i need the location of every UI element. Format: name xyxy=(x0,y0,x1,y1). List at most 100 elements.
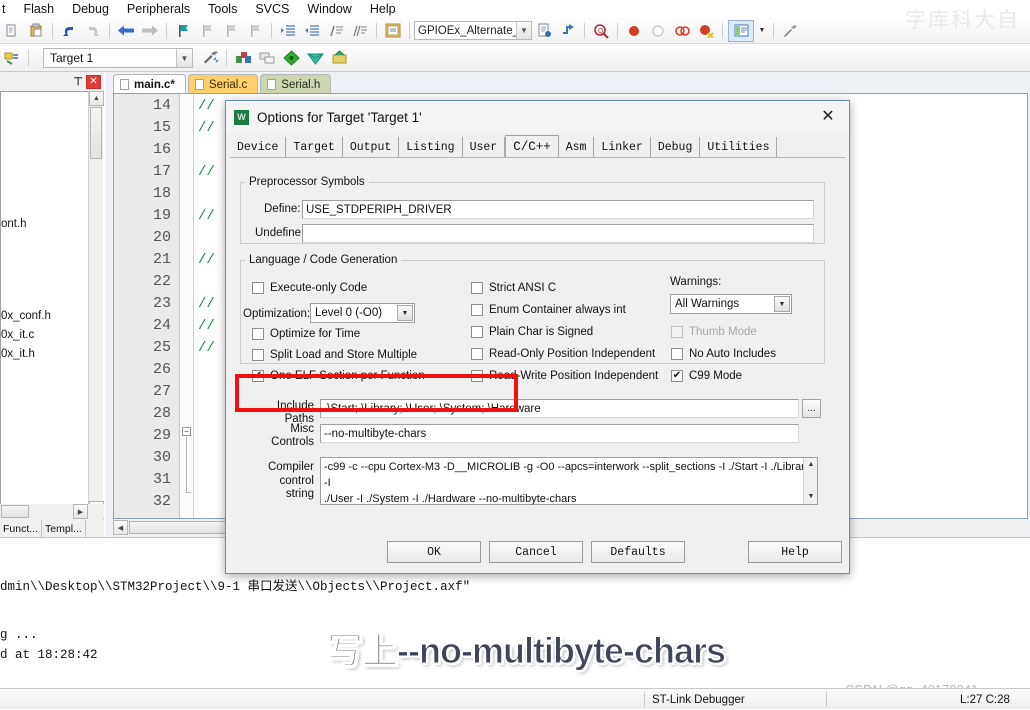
scroll-right-icon[interactable]: ▶ xyxy=(73,504,88,519)
build-target-icon[interactable] xyxy=(1,47,23,69)
goto-definition-icon[interactable] xyxy=(557,20,579,42)
checkbox-box[interactable] xyxy=(252,282,264,294)
scroll-up-icon[interactable]: ▲ xyxy=(89,91,104,106)
checkbox-box[interactable]: ✔ xyxy=(671,370,683,382)
undefine-input[interactable] xyxy=(302,224,814,243)
chevron-down-icon[interactable]: ▼ xyxy=(397,305,413,321)
warnings-select[interactable]: All Warnings ▼ xyxy=(670,294,792,314)
tab-asm[interactable]: Asm xyxy=(559,137,595,157)
ok-button[interactable]: OK xyxy=(387,541,481,563)
menu-item-flash[interactable]: Flash xyxy=(14,0,63,18)
checkbox-read-write-position-independent[interactable]: Read-Write Position Independent xyxy=(471,370,658,382)
chevron-down-icon[interactable]: ▼ xyxy=(516,22,531,39)
tree-item-3[interactable]: 0x_it.h xyxy=(1,348,35,360)
code-fold-bar[interactable]: − xyxy=(180,94,194,518)
checkbox-enum-container-always-int[interactable]: Enum Container always int xyxy=(471,304,626,316)
checkbox-box[interactable] xyxy=(471,348,483,360)
checkbox-one-elf-section-per-function[interactable]: ✔ One ELF Section per Function xyxy=(252,370,425,382)
window-layout-dropdown-icon[interactable]: ▼ xyxy=(756,20,768,42)
insert-file-icon[interactable] xyxy=(533,20,555,42)
checkbox-no-auto-includes[interactable]: No Auto Includes xyxy=(671,348,776,360)
menu-item-debug[interactable]: Debug xyxy=(63,0,118,18)
tab-linker[interactable]: Linker xyxy=(594,137,651,157)
include-paths-input[interactable]: .\Start;.\Library;.\User;.\System;.\Hard… xyxy=(320,399,799,418)
forward-icon[interactable] xyxy=(139,20,161,42)
checkbox-c99-mode[interactable]: ✔ C99 Mode xyxy=(671,370,742,382)
tab-user[interactable]: User xyxy=(463,137,506,157)
defaults-button[interactable]: Defaults xyxy=(591,541,685,563)
tree-item-0[interactable]: ont.h xyxy=(1,218,27,230)
configure-tools-icon[interactable] xyxy=(779,20,801,42)
menu-item-window[interactable]: Window xyxy=(298,0,360,18)
breakpoint-icon[interactable] xyxy=(623,20,645,42)
window-layout-icon[interactable] xyxy=(728,19,754,42)
target-options-icon[interactable] xyxy=(199,47,221,69)
checkbox-box[interactable] xyxy=(471,370,483,382)
chevron-down-icon[interactable]: ▼ xyxy=(774,296,790,312)
optimization-select[interactable]: Level 0 (-O0) ▼ xyxy=(310,303,415,323)
checkbox-box[interactable] xyxy=(471,304,483,316)
tab-utilities[interactable]: Utilities xyxy=(700,137,778,157)
menu-item-help[interactable]: Help xyxy=(361,0,405,18)
scroll-up-icon[interactable]: ▲ xyxy=(804,458,818,472)
bookmark-clear-icon[interactable] xyxy=(244,20,266,42)
menu-item-svcs[interactable]: SVCS xyxy=(246,0,298,18)
tab-listing[interactable]: Listing xyxy=(399,137,463,157)
editor-tab-serial-c[interactable]: Serial.c xyxy=(187,74,259,94)
options-for-target-dialog[interactable]: W Options for Target 'Target 1' ✕ Device… xyxy=(225,100,850,574)
define-input[interactable]: USE_STDPERIPH_DRIVER xyxy=(302,200,814,219)
checkbox-plain-char-is-signed[interactable]: Plain Char is Signed xyxy=(471,326,593,338)
manage-runtime-icon[interactable] xyxy=(280,47,302,69)
tab-device[interactable]: Device xyxy=(230,137,287,157)
checkbox-read-only-position-independent[interactable]: Read-Only Position Independent xyxy=(471,348,655,360)
tab-functions[interactable]: Funct... xyxy=(0,520,43,537)
checkbox-box[interactable] xyxy=(471,326,483,338)
tab-output[interactable]: Output xyxy=(343,137,400,157)
menu-item-t[interactable]: t xyxy=(0,0,14,18)
scrollbar-thumb[interactable] xyxy=(90,107,102,159)
checkbox-box[interactable] xyxy=(471,282,483,294)
close-icon[interactable]: ✕ xyxy=(86,74,101,89)
project-tree-horizontal-scrollbar[interactable]: ▶ xyxy=(0,504,104,519)
find-in-files-icon[interactable]: Q xyxy=(590,20,612,42)
manage-project-items-icon[interactable] xyxy=(232,47,254,69)
scroll-down-icon[interactable]: ▼ xyxy=(804,490,818,504)
tree-item-2[interactable]: 0x_it.c xyxy=(1,329,34,341)
tab-templates[interactable]: Templ... xyxy=(42,520,86,537)
checkbox-strict-ansi-c[interactable]: Strict ANSI C xyxy=(471,282,556,294)
help-button[interactable]: Help xyxy=(748,541,842,563)
editor-tab-main-c[interactable]: main.c* xyxy=(113,74,186,94)
outdent-icon[interactable] xyxy=(301,20,323,42)
file-combo[interactable]: GPIOEx_Alternate_functio ▼ xyxy=(414,21,532,40)
menu-item-peripherals[interactable]: Peripherals xyxy=(118,0,199,18)
bookmark-next-icon[interactable] xyxy=(196,20,218,42)
breakpoint-toggle-icon[interactable] xyxy=(671,20,693,42)
include-paths-browse-button[interactable]: ... xyxy=(802,399,821,418)
tab-target[interactable]: Target xyxy=(286,137,343,157)
tab-c-cpp[interactable]: C/C++ xyxy=(505,135,559,158)
menu-item-tools[interactable]: Tools xyxy=(199,0,246,18)
checkbox-box[interactable] xyxy=(252,349,264,361)
checkbox-split-load-and-store-multiple[interactable]: Split Load and Store Multiple xyxy=(252,349,417,361)
tree-item-1[interactable]: 0x_conf.h xyxy=(1,310,51,322)
fold-toggle-icon[interactable]: − xyxy=(182,427,191,436)
bookmark-prev-icon[interactable] xyxy=(220,20,242,42)
back-icon[interactable] xyxy=(115,20,137,42)
cancel-button[interactable]: Cancel xyxy=(489,541,583,563)
ccs-scrollbar[interactable]: ▲ ▼ xyxy=(803,458,817,504)
batch-build-icon[interactable] xyxy=(256,47,278,69)
scroll-left-icon[interactable]: ◀ xyxy=(113,520,128,535)
bookmark-icon[interactable] xyxy=(172,20,194,42)
undo-icon[interactable] xyxy=(58,20,80,42)
copy-icon[interactable] xyxy=(1,20,23,42)
indent-icon[interactable] xyxy=(277,20,299,42)
paste-icon[interactable] xyxy=(25,20,47,42)
chevron-down-icon[interactable]: ▼ xyxy=(176,49,192,67)
pack-installer-icon[interactable] xyxy=(304,47,326,69)
compiler-control-string-input[interactable]: -c99 -c --cpu Cortex-M3 -D__MICROLIB -g … xyxy=(320,457,818,505)
checkbox-box[interactable] xyxy=(252,328,264,340)
checkbox-execute-only-code[interactable]: Execute-only Code xyxy=(252,282,367,294)
editor-tab-serial-h[interactable]: Serial.h xyxy=(260,74,332,94)
misc-controls-input[interactable]: --no-multibyte-chars xyxy=(320,424,799,443)
tab-debug[interactable]: Debug xyxy=(651,137,701,157)
